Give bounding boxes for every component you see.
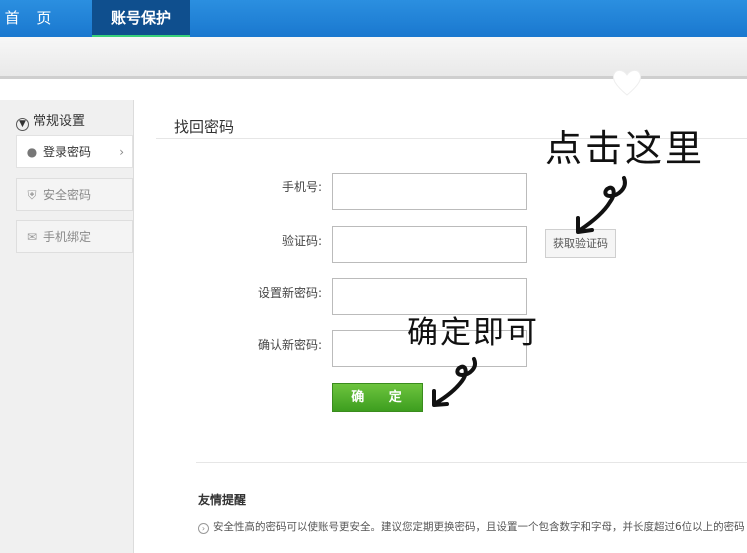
code-label: 验证码: xyxy=(281,234,322,248)
tab-home[interactable]: 首 页 xyxy=(0,0,62,37)
tips-text: › 安全性高的密码可以使账号更安全。建议您定期更换密码，且设置一个包含数字和字母，… xyxy=(198,519,745,534)
chevron-right-icon: › xyxy=(198,523,209,534)
top-nav: 首 页 账号保护 xyxy=(0,0,747,37)
confirm-button[interactable]: 确 定 xyxy=(332,383,423,412)
tips-text-content: 安全性高的密码可以使账号更安全。建议您定期更换密码，且设置一个包含数字和字母，并… xyxy=(213,521,745,533)
annotation-confirm-done: 确定即可 xyxy=(407,315,539,351)
sidebar-item-label: 登录密码 xyxy=(43,145,92,159)
phone-label: 手机号: xyxy=(281,180,322,194)
heart-doodle xyxy=(612,69,642,96)
arrow-icon xyxy=(432,357,477,407)
sidebar: ▼ 常规设置 ● 登录密码 › ⛨ 安全密码 ✉ 手机绑定 xyxy=(0,100,134,553)
phone-input[interactable] xyxy=(332,173,527,210)
new-password-label: 设置新密码: xyxy=(257,286,322,300)
sidebar-item-login-password[interactable]: ● 登录密码 › xyxy=(16,135,133,168)
confirm-password-label: 确认新密码: xyxy=(257,338,322,352)
sidebar-header-label: 常规设置 xyxy=(33,114,86,129)
sidebar-item-phone-binding[interactable]: ✉ 手机绑定 xyxy=(16,220,133,253)
shield-icon: ⛨ xyxy=(27,188,37,202)
sidebar-header[interactable]: ▼ 常规设置 xyxy=(16,110,85,131)
tips-title: 友情提醒 xyxy=(198,493,247,507)
chevron-down-icon: ▼ xyxy=(16,118,29,131)
tab-account-protection[interactable]: 账号保护 xyxy=(92,0,190,37)
sidebar-item-label: 安全密码 xyxy=(43,188,92,202)
mail-icon: ✉ xyxy=(26,230,38,244)
annotation-click-here: 点击这里 xyxy=(545,127,705,170)
section-divider xyxy=(196,462,747,463)
code-input[interactable] xyxy=(332,226,527,263)
sidebar-item-label: 手机绑定 xyxy=(43,230,92,244)
page-title: 找回密码 xyxy=(174,118,235,136)
sidebar-item-security-password[interactable]: ⛨ 安全密码 xyxy=(16,178,133,211)
chevron-right-icon: › xyxy=(119,145,124,159)
user-icon: ● xyxy=(26,145,38,159)
arrow-icon xyxy=(576,176,627,234)
